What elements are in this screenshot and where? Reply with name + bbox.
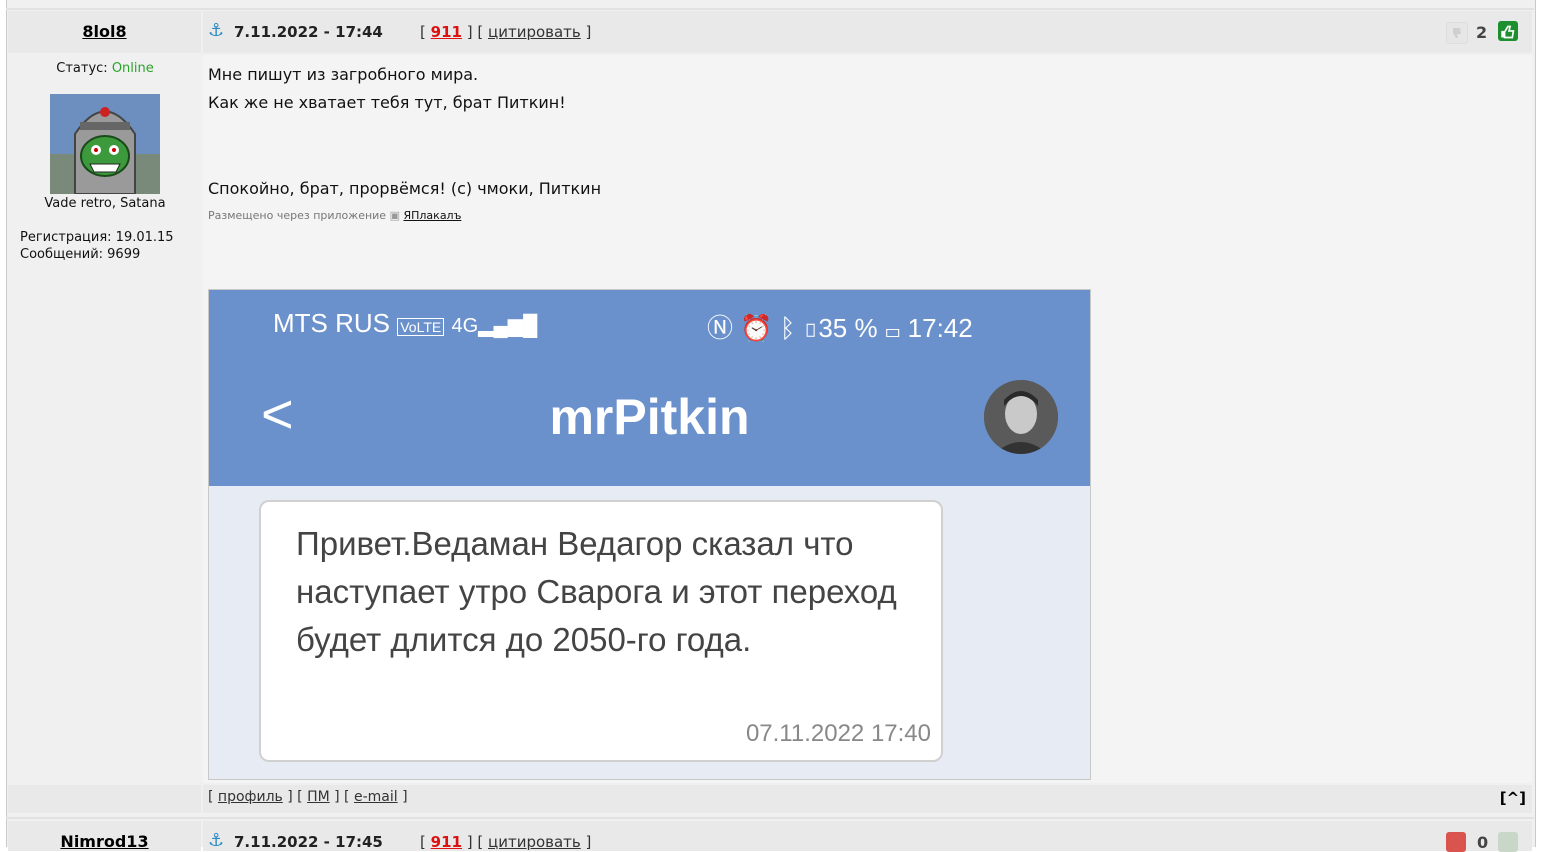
author-username[interactable]: 8lol8 (8, 22, 201, 41)
author-username[interactable]: Nimrod13 (8, 832, 201, 851)
message-line: Мне пишут из загробного мира. (208, 65, 479, 84)
dislike-icon[interactable] (1446, 832, 1466, 852)
nfc-icon: Ⓝ (707, 313, 734, 343)
carrier-label: MTS RUS VoLTE 4G▂▄▆█ (273, 308, 538, 338)
quote-link[interactable]: цитировать (488, 23, 581, 41)
post-links: [ 911 ] [ цитировать ] (420, 23, 592, 41)
avatar (50, 94, 160, 195)
post-links: [ 911 ] [ цитировать ] (420, 833, 592, 851)
bubble-text: Привет.Ведаман Ведагор сказал что наступ… (296, 525, 897, 658)
app-link[interactable]: ЯПлакалъ (403, 209, 461, 222)
signal-icon: 4G▂▄▆█ (451, 315, 538, 337)
author-motto: Vade retro, Satana (44, 196, 166, 211)
like-icon[interactable] (1498, 832, 1518, 852)
post-header-cell (203, 11, 1532, 53)
contact-avatar (984, 380, 1058, 454)
rating-count: 0 (1477, 833, 1489, 852)
volte-icon: VoLTE (397, 318, 445, 336)
phone-status-right: Ⓝ ⏰ ᛒ ▯35 % ▭ 17:42 (707, 313, 973, 343)
rating-count: 2 (1476, 23, 1488, 42)
footer-left-cell (8, 785, 201, 813)
android-icon: ▣ (389, 209, 400, 222)
battery-icon: ▭ (884, 313, 901, 343)
pm-link[interactable]: ПМ (307, 789, 330, 805)
author-message-count: Сообщений: 9699 (20, 247, 141, 262)
author-status: Статус: Online (56, 61, 154, 76)
post-date: 7.11.2022 - 17:45 (234, 833, 383, 851)
alarm-icon: ⏰ (740, 313, 773, 343)
author-registration: Регистрация: 19.01.15 (20, 230, 174, 245)
message-bubble: Привет.Ведаман Ведагор сказал что наступ… (259, 500, 943, 762)
post-date: 7.11.2022 - 17:44 (234, 23, 383, 41)
divider (6, 8, 1534, 10)
bubble-timestamp: 07.11.2022 17:40 (745, 720, 931, 747)
scroll-top-link[interactable]: [^] (1500, 789, 1526, 807)
profile-link[interactable]: профиль (218, 789, 283, 805)
bluetooth-icon: ᛒ (779, 313, 796, 343)
author-links: [ профиль ] [ ПМ ] [ e-mail ] (208, 789, 408, 805)
dislike-icon[interactable] (1446, 22, 1468, 44)
quote-link[interactable]: цитировать (488, 833, 581, 851)
like-icon[interactable] (1498, 21, 1518, 41)
vibrate-icon: ▯ (802, 313, 819, 343)
post-number-link[interactable]: 911 (431, 23, 462, 41)
attached-image[interactable]: MTS RUS VoLTE 4G▂▄▆█ Ⓝ ⏰ ᛒ ▯35 % ▭ 17:42… (208, 289, 1091, 780)
divider (6, 817, 1534, 819)
message-line: Как же не хватает тебя тут, брат Питкин! (208, 93, 566, 112)
post-number-link[interactable]: 911 (431, 833, 462, 851)
email-link[interactable]: e-mail (354, 789, 398, 805)
message-line: Спокойно, брат, прорвёмся! (с) чмоки, Пи… (208, 179, 602, 198)
posted-via: Размещено через приложение ▣ ЯПлакалъ (208, 209, 462, 222)
contact-name: mrPitkin (549, 389, 750, 445)
anchor-icon[interactable]: ⚓ (208, 830, 224, 851)
anchor-icon[interactable]: ⚓ (208, 20, 224, 41)
